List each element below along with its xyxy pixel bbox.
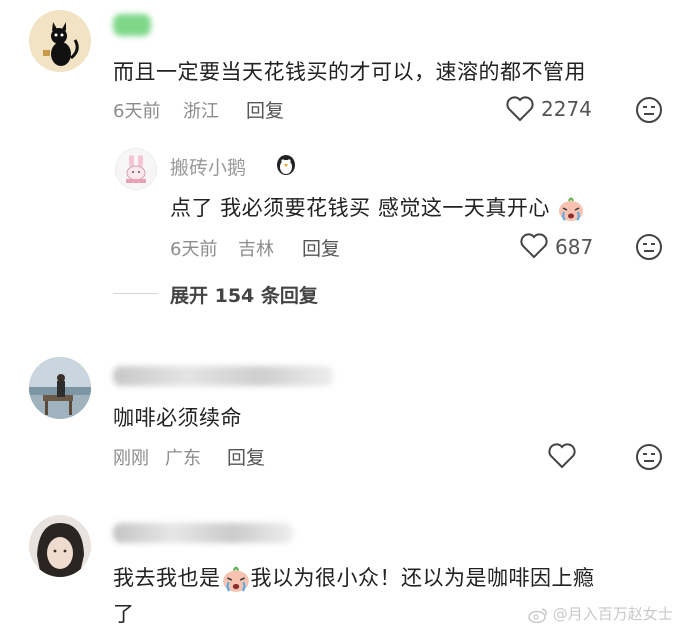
photo-avatar-icon [29, 357, 91, 419]
weibo-watermark: @月入百万赵女士 [528, 603, 673, 624]
neutral-face-icon[interactable] [635, 443, 663, 471]
avatar[interactable] [115, 148, 157, 190]
person-photo-avatar-icon [29, 515, 91, 577]
weibo-logo-icon [528, 607, 547, 623]
comment-location: 浙江 [183, 101, 219, 122]
bunny-avatar-icon [126, 155, 146, 183]
comment-text: 咖啡必须续命 [113, 406, 242, 430]
username-blurred[interactable] [113, 14, 151, 36]
heart-outline-icon[interactable] [520, 233, 548, 259]
like-count: 2274 [541, 97, 592, 121]
comment-time: 6天前 [113, 101, 161, 122]
penguin-emoji-icon [277, 155, 295, 175]
reply-time: 6天前 [170, 239, 218, 260]
heart-outline-icon[interactable] [548, 443, 576, 469]
expand-divider [113, 293, 158, 294]
username-blurred[interactable] [113, 366, 333, 386]
comment-text-part1: 我去我也是 [113, 566, 221, 590]
avatar[interactable] [29, 10, 91, 72]
crying-face-emoji-icon [222, 566, 249, 592]
reply-button[interactable]: 回复 [227, 443, 265, 470]
like-count: 687 [555, 235, 594, 259]
comment-text: 而且一定要当天花钱买的才可以，速溶的都不管用 [113, 60, 586, 84]
comment-text-line2: 了 [113, 602, 135, 626]
comment-text-part2: 我以为很小众！还以为是咖啡因上瘾 [250, 566, 595, 590]
expand-replies-button[interactable]: 展开 154 条回复 [170, 281, 318, 308]
avatar[interactable] [29, 515, 91, 577]
neutral-face-icon[interactable] [635, 233, 663, 261]
username-blurred[interactable] [113, 523, 293, 543]
heart-outline-icon[interactable] [506, 96, 534, 122]
black-cat-avatar-icon [29, 10, 91, 72]
avatar[interactable] [29, 357, 91, 419]
reply-location: 吉林 [238, 239, 274, 260]
comment-text: 我去我也是 我以为很小众！还以为是咖啡因上瘾 [113, 562, 595, 593]
reply-button[interactable]: 回复 [246, 96, 284, 123]
comment-time: 刚刚 [113, 448, 149, 469]
crying-face-emoji-icon [559, 197, 584, 221]
reply-button[interactable]: 回复 [302, 234, 340, 261]
comment-location: 广东 [165, 448, 201, 469]
reply-text: 点了 我必须要花钱买 感觉这一天真开心 [170, 192, 585, 222]
watermark-text: @月入百万赵女士 [552, 605, 673, 623]
username[interactable]: 搬砖小鹅 [170, 153, 246, 180]
reply-text-content: 点了 我必须要花钱买 感觉这一天真开心 [170, 196, 550, 220]
neutral-face-icon[interactable] [635, 96, 663, 124]
